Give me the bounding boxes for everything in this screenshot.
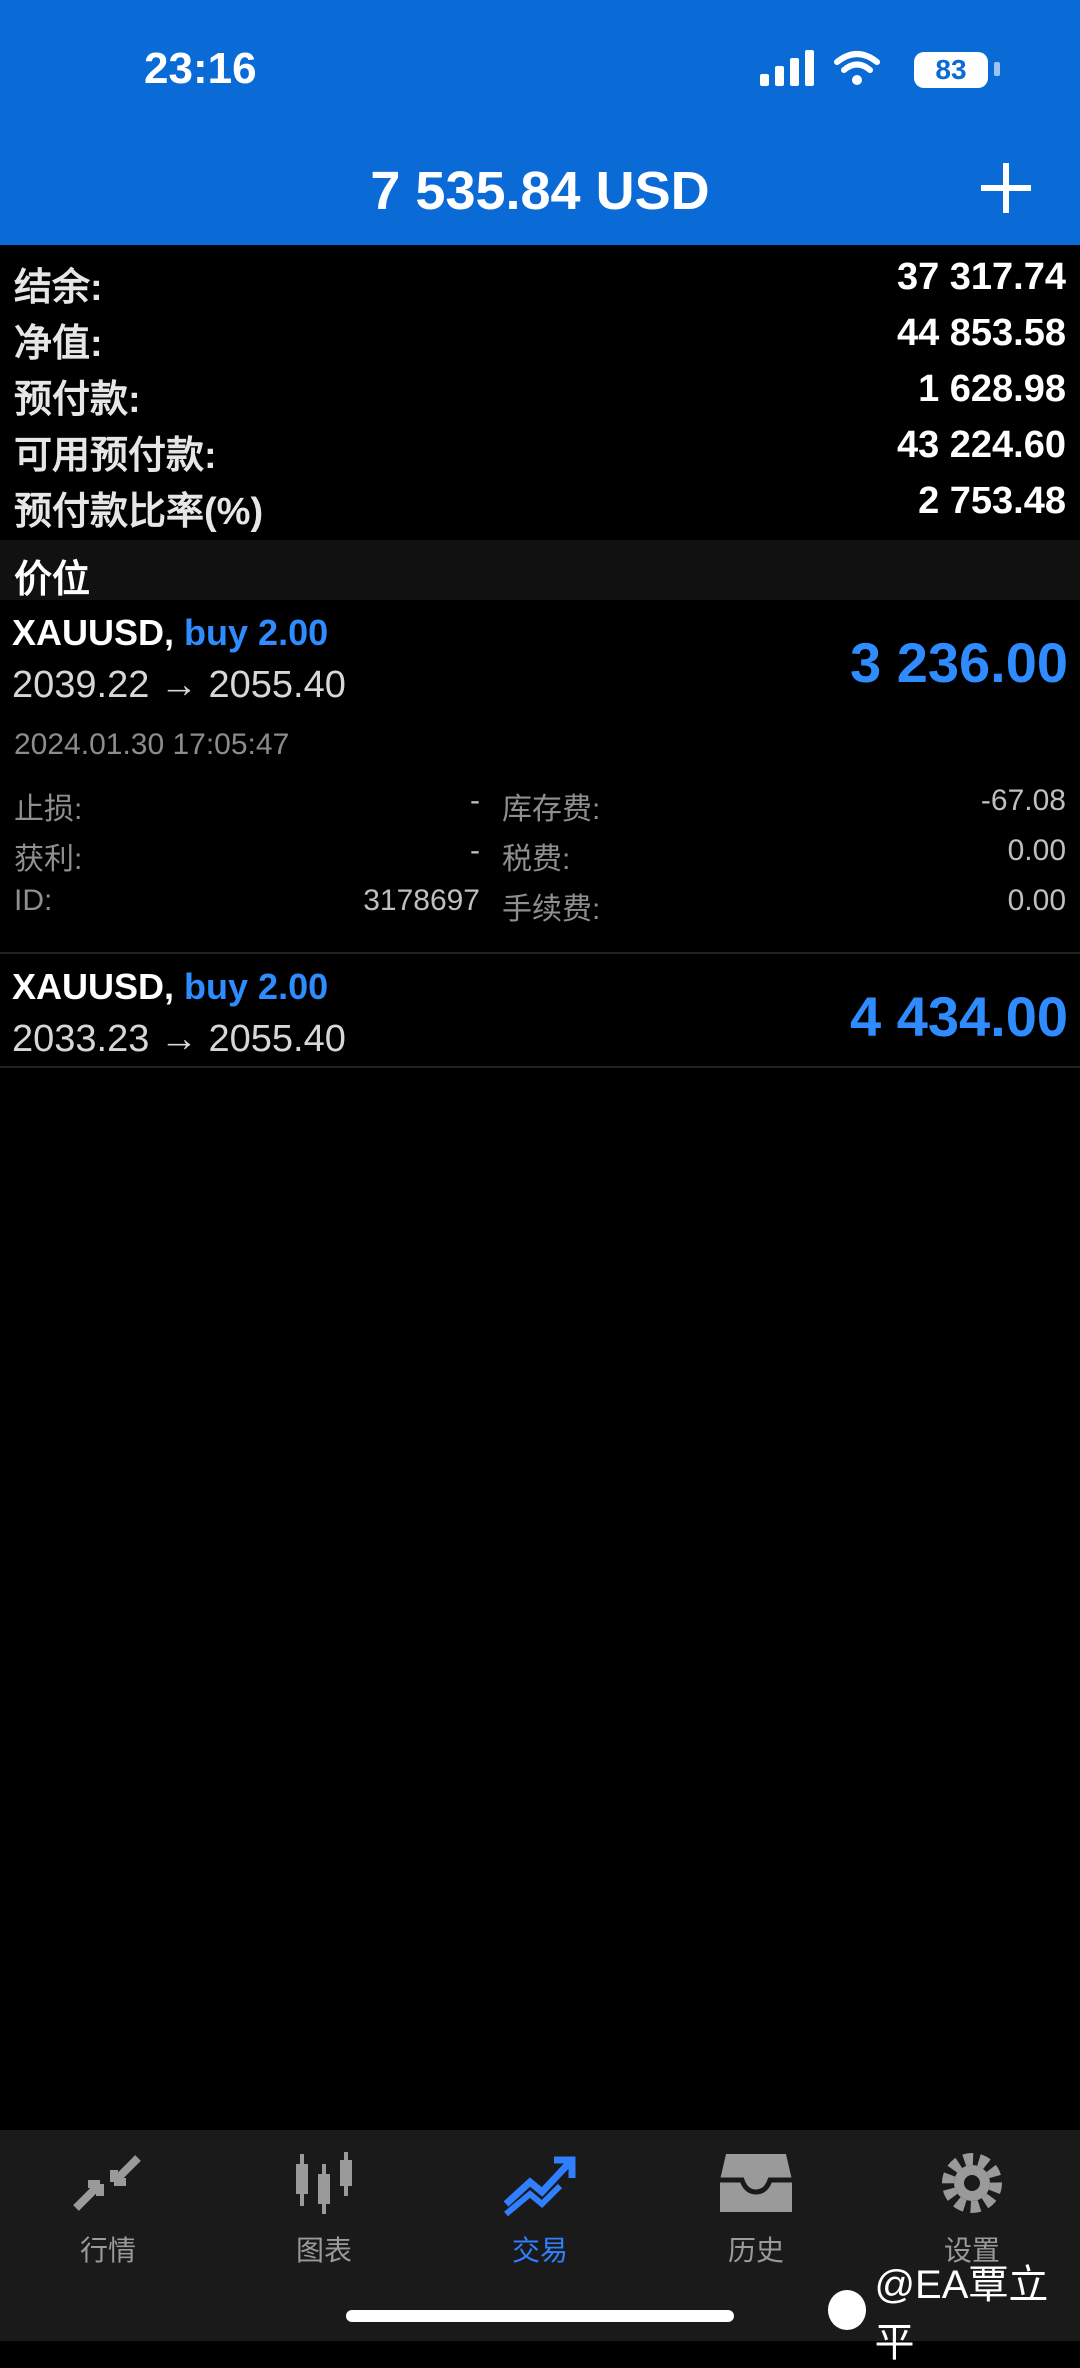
tax-value: 0.00 — [1007, 834, 1066, 867]
position-datetime: 2024.01.30 17:05:47 — [14, 728, 290, 761]
free-margin-label: 可用预付款: — [14, 435, 217, 477]
account-summary: 结余: 37 317.74 净值: 44 853.58 预付款: 1 628.9… — [0, 250, 1080, 533]
tab-chart[interactable]: 图表 — [244, 2150, 404, 2269]
tab-quotes[interactable]: 行情 — [28, 2150, 188, 2269]
tax-label: 税费: — [502, 843, 571, 876]
quotes-icon — [73, 2155, 141, 2211]
margin-level-label: 预付款比率(%) — [14, 491, 264, 533]
home-indicator[interactable] — [346, 2310, 734, 2322]
side-text: buy 2.00 — [184, 966, 329, 1007]
tab-label: 图表 — [295, 2235, 352, 2266]
tab-label: 历史 — [727, 2235, 784, 2266]
swap-value: -67.08 — [980, 784, 1066, 817]
position-prices: 2039.22 → 2055.40 — [12, 664, 346, 706]
battery-icon: 83 — [914, 52, 988, 88]
position-row[interactable]: XAUUSD, buy 2.00 2033.23 → 2055.40 4 434… — [0, 954, 1080, 1066]
watermark-text: @EA覃立平 — [874, 2263, 1049, 2365]
summary-equity: 净值: 44 853.58 — [0, 306, 1080, 365]
sl-label: 止损: — [14, 793, 83, 826]
status-icons — [760, 50, 880, 86]
position-symbol: XAUUSD, buy 2.00 — [12, 612, 328, 654]
margin-value: 1 628.98 — [918, 368, 1066, 410]
swap-label: 库存费: — [502, 793, 601, 826]
id-value: 3178697 — [363, 884, 480, 917]
settings-icon — [942, 2153, 1002, 2213]
id-label: ID: — [14, 884, 53, 917]
symbol-text: XAUUSD, — [12, 612, 175, 653]
status-time: 23:16 — [144, 44, 257, 93]
position-profit: 4 434.00 — [850, 985, 1068, 1048]
app-header: 23:16 83 7 535.84 USD — [0, 0, 1080, 245]
position-row[interactable]: XAUUSD, buy 2.00 2039.22 → 2055.40 3 236… — [0, 600, 1080, 950]
free-margin-value: 43 224.60 — [896, 424, 1066, 466]
battery-nub — [994, 62, 1000, 76]
margin-label: 预付款: — [14, 379, 141, 421]
balance-value: 37 317.74 — [896, 256, 1066, 298]
signal-icon — [760, 50, 814, 86]
equity-label: 净值: — [14, 323, 103, 365]
plus-icon[interactable] — [978, 160, 1034, 216]
balance-label: 结余: — [14, 267, 103, 309]
position-profit: 3 236.00 — [850, 631, 1068, 694]
margin-level-value: 2 753.48 — [918, 480, 1066, 522]
tab-label: 交易 — [511, 2235, 568, 2266]
trade-icon — [503, 2156, 576, 2217]
wifi-icon — [834, 51, 880, 85]
tab-history[interactable]: 历史 — [676, 2150, 836, 2269]
tab-label: 行情 — [79, 2235, 136, 2266]
fee-value: 0.00 — [1007, 884, 1066, 917]
side-text: buy 2.00 — [184, 612, 329, 653]
history-icon — [720, 2154, 792, 2212]
section-title: 价位 — [14, 559, 91, 601]
divider — [0, 1066, 1080, 1068]
summary-balance: 结余: 37 317.74 — [0, 250, 1080, 309]
fee-label: 手续费: — [502, 893, 601, 926]
equity-value: 44 853.58 — [896, 312, 1066, 354]
symbol-text: XAUUSD, — [12, 966, 175, 1007]
position-symbol: XAUUSD, buy 2.00 — [12, 966, 328, 1008]
chart-icon — [296, 2152, 352, 2214]
tab-trade[interactable]: 交易 — [460, 2150, 620, 2269]
summary-margin: 预付款: 1 628.98 — [0, 362, 1080, 421]
position-prices: 2033.23 → 2055.40 — [12, 1018, 346, 1060]
tp-value: - — [470, 834, 480, 867]
summary-free-margin: 可用预付款: 43 224.60 — [0, 418, 1080, 477]
social-logo-icon — [828, 2290, 867, 2330]
tp-label: 获利: — [14, 843, 83, 876]
summary-margin-level: 预付款比率(%) 2 753.48 — [0, 474, 1080, 533]
watermark: @EA覃立平 — [828, 2252, 1080, 2368]
sl-value: - — [470, 784, 480, 817]
section-header-positions: 价位 — [0, 540, 1080, 601]
page-title: 7 535.84 USD — [370, 161, 710, 221]
